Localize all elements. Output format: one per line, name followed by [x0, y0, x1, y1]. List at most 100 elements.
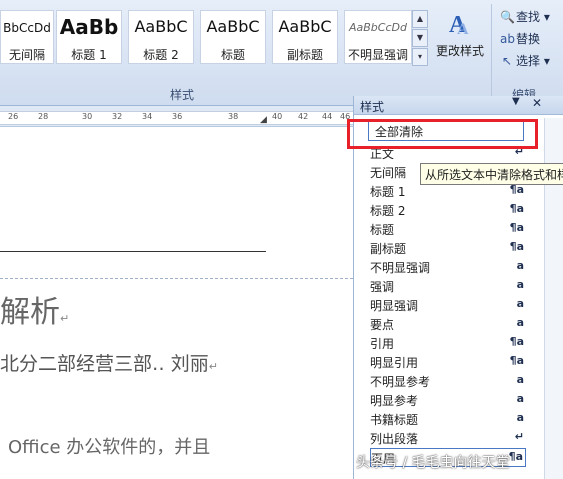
- ruler-tick: 30: [82, 112, 93, 121]
- replace-button[interactable]: ab替换: [500, 30, 540, 50]
- ribbon: BbCcDd 无间隔 AaBb 标题 1 AaBbC 标题 2 AaBbC 标题…: [0, 0, 563, 106]
- ruler-tick: 44: [322, 112, 333, 121]
- linked-style-icon: ¶a: [508, 450, 523, 463]
- ruler-tick: 26: [8, 112, 19, 121]
- style-item-name: 副标题: [370, 242, 407, 256]
- style-gallery-item-subtitle[interactable]: AaBbC 副标题: [272, 10, 338, 64]
- character-style-icon: a: [516, 316, 524, 329]
- style-gallery-item-heading-2[interactable]: AaBbC 标题 2: [128, 10, 194, 64]
- style-preview: AaBb: [59, 15, 119, 39]
- editing-group: 🔍查找 ▾ ab替换 ↖ 选择 ▾ 编辑: [491, 4, 563, 102]
- ruler-tick: 40: [272, 112, 283, 121]
- style-item-name: 标题 2: [370, 204, 406, 218]
- style-item[interactable]: 标题 ¶a: [370, 220, 526, 239]
- change-styles-icon: A A: [449, 12, 469, 38]
- character-style-icon: a: [516, 297, 524, 310]
- ruler-tick: 38: [228, 112, 239, 121]
- find-label: 查找: [516, 10, 541, 24]
- style-gallery-item-title[interactable]: AaBbC 标题: [200, 10, 266, 64]
- paragraph-style-icon: ↵: [514, 430, 524, 443]
- style-item[interactable]: 要点 a: [370, 315, 526, 334]
- style-item-name: 列出段落: [370, 432, 419, 446]
- style-item-name: 明显引用: [370, 356, 419, 370]
- cursor-icon: ↖: [501, 54, 513, 68]
- styles-group-label: 样式: [170, 88, 195, 102]
- gallery-down-icon[interactable]: ▼: [412, 29, 428, 47]
- document-heading: 解析↵: [0, 295, 70, 330]
- style-item[interactable]: 明显引用 ¶a: [370, 353, 526, 372]
- style-item[interactable]: 明显强调 a: [370, 296, 526, 315]
- character-style-icon: a: [516, 259, 524, 272]
- character-style-icon: a: [516, 278, 524, 291]
- indent-marker-icon[interactable]: ◢: [260, 115, 267, 125]
- style-item[interactable]: 明显参考 a: [370, 391, 526, 410]
- find-dropdown-icon: ▾: [543, 10, 550, 24]
- style-preview: BbCcDd: [3, 21, 51, 35]
- ruler-tick: 36: [172, 112, 183, 121]
- linked-style-icon: ¶a: [509, 335, 524, 348]
- horizontal-ruler[interactable]: 26 28 30 32 34 36 38 40 42 44 46 ◢: [0, 106, 353, 127]
- style-item[interactable]: 不明显强调 a: [370, 258, 526, 277]
- linked-style-icon: ¶a: [509, 221, 524, 234]
- style-item-name: 要点: [370, 318, 395, 332]
- style-item[interactable]: 标题 2 ¶a: [370, 201, 526, 220]
- style-item[interactable]: 书籍标题 a: [370, 410, 526, 429]
- style-item[interactable]: 强调 a: [370, 277, 526, 296]
- styles-pane: 样式 ▼ ✕ 全部清除 正文↵ 无间隔↵ 标题 1¶a 标题 2¶a 标题¶a …: [353, 96, 563, 479]
- header-boundary: [0, 278, 353, 279]
- style-label: 标题: [220, 48, 245, 62]
- styles-pane-header: 样式 ▼ ✕: [354, 96, 563, 115]
- gallery-more-icon[interactable]: ▾: [412, 48, 428, 66]
- style-label: 标题 1: [71, 48, 107, 62]
- style-item[interactable]: 列出段落 ↵: [370, 429, 526, 448]
- style-label: 标题 2: [143, 48, 179, 62]
- style-preview: AaBbCcDd: [349, 21, 407, 34]
- style-item-name: 强调: [370, 280, 395, 294]
- style-item[interactable]: 引用 ¶a: [370, 334, 526, 353]
- style-item[interactable]: 不明显参考 a: [370, 372, 526, 391]
- paragraph-mark-icon: ↵: [60, 312, 70, 325]
- style-gallery-item-subtle-emphasis[interactable]: AaBbCcDd 不明显强调: [344, 10, 412, 64]
- style-preview: AaBbC: [206, 17, 260, 36]
- linked-style-icon: ¶a: [509, 240, 524, 253]
- style-label: 无间隔: [8, 48, 45, 62]
- pane-menu-icon[interactable]: ▼: [512, 96, 520, 107]
- character-style-icon: a: [516, 373, 524, 386]
- replace-label: 替换: [516, 32, 541, 46]
- paragraph-mark-icon: ↵: [208, 360, 218, 373]
- style-item-name: 不明显强调: [370, 261, 431, 275]
- find-icon: 🔍: [500, 10, 515, 24]
- character-style-icon: a: [516, 411, 524, 424]
- ruler-tick: 28: [38, 112, 49, 121]
- close-icon[interactable]: ✕: [532, 96, 542, 110]
- ruler-tick: 32: [112, 112, 123, 121]
- style-label: 副标题: [286, 48, 323, 62]
- change-styles-button[interactable]: A A 更改样式: [432, 8, 488, 68]
- style-item-name: 明显强调: [370, 299, 419, 313]
- ruler-tick: 42: [298, 112, 309, 121]
- style-label: 不明显强调: [347, 48, 408, 62]
- style-item[interactable]: 副标题 ¶a: [370, 239, 526, 258]
- style-item-name: 标题: [370, 223, 395, 237]
- character-style-icon: a: [516, 392, 524, 405]
- watermark-text: 头条号 / 毛毛虫向往天堂: [356, 455, 510, 471]
- style-item-name: 无间隔: [370, 166, 407, 180]
- style-gallery-item-heading-1[interactable]: AaBb 标题 1: [56, 10, 122, 64]
- linked-style-icon: ¶a: [509, 202, 524, 215]
- change-styles-label: 更改样式: [435, 44, 484, 58]
- style-item-name: 不明显参考: [370, 375, 431, 389]
- find-button[interactable]: 🔍查找 ▾: [500, 8, 550, 28]
- replace-icon: ab: [500, 32, 515, 46]
- linked-style-icon: ¶a: [509, 354, 524, 367]
- select-button[interactable]: ↖ 选择 ▾: [500, 52, 550, 72]
- document-body-line: Office 办公软件的，并且: [8, 437, 211, 458]
- gallery-up-icon[interactable]: ▲: [412, 10, 428, 28]
- tooltip-text: 从所选文本中清除格式和样式: [425, 168, 563, 182]
- style-item-name: 书籍标题: [370, 413, 419, 427]
- gallery-scroll: ▲ ▼ ▾: [412, 10, 428, 66]
- clear-all-tooltip: 从所选文本中清除格式和样式: [420, 163, 563, 185]
- document-page[interactable]: 解析↵ 北分二部经营三部‥ 刘丽↵ Office 办公软件的，并且: [0, 127, 353, 479]
- style-gallery-item-no-spacing[interactable]: BbCcDd 无间隔: [0, 10, 54, 64]
- svg-text:A: A: [457, 21, 469, 38]
- styles-pane-title: 样式: [360, 100, 385, 114]
